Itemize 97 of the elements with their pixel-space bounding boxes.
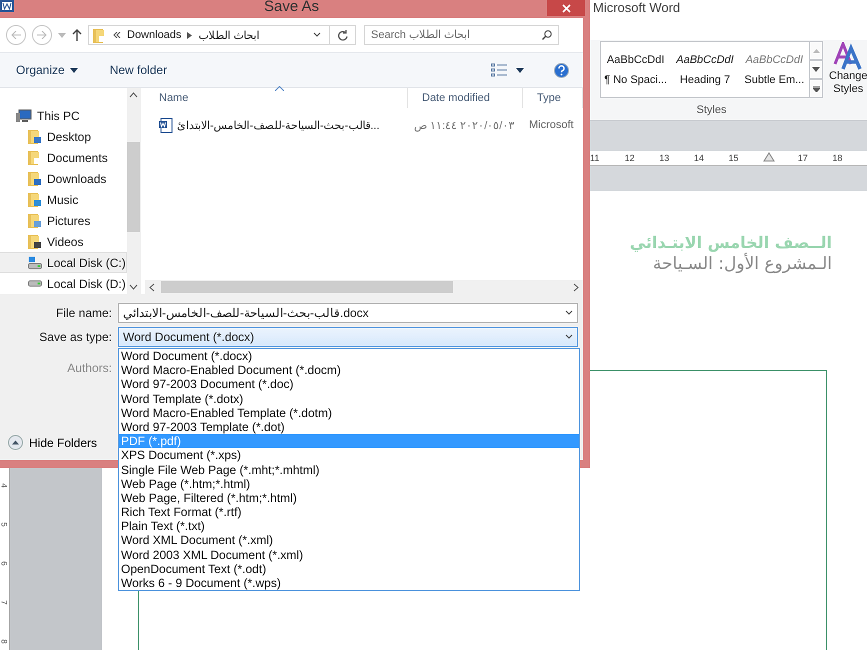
collapse-icon bbox=[8, 435, 23, 450]
ruler-number: 12 bbox=[624, 153, 636, 163]
field-label: Authors: bbox=[66, 361, 112, 375]
folder-icon bbox=[28, 192, 42, 207]
ruler-number: 4 bbox=[0, 483, 9, 488]
ruler-number: 13 bbox=[659, 153, 670, 163]
caret-icon bbox=[70, 68, 78, 72]
navigation-item[interactable]: Pictures bbox=[0, 210, 127, 231]
close-button[interactable] bbox=[547, 0, 585, 16]
letters-icon bbox=[833, 42, 864, 70]
dialog-title: Save As bbox=[264, 0, 320, 15]
overflow-crumb[interactable] bbox=[113, 29, 121, 41]
style-name[interactable]: Heading 7 bbox=[680, 74, 730, 86]
ruler-number: 11 bbox=[590, 153, 600, 163]
navigation-item[interactable]: Downloads bbox=[0, 168, 127, 189]
ruler-number: 15 bbox=[728, 153, 740, 163]
navigation-item[interactable]: This PC bbox=[0, 105, 127, 126]
folder-icon bbox=[28, 150, 42, 165]
file-name: قالب-بحث-السياحة-للصف-الخامس-الابتدائ... bbox=[145, 118, 408, 132]
style-preview[interactable]: AaBbCcDdI bbox=[746, 54, 804, 66]
file-name-field[interactable]: قالب-بحث-السياحة-للصف-الخامس-الابتدائي.docx bbox=[118, 303, 578, 323]
scroll-down-button[interactable] bbox=[810, 60, 823, 79]
close-icon bbox=[562, 4, 570, 12]
style-preview[interactable]: AaBbCcDdI bbox=[676, 54, 734, 66]
folder-icon bbox=[28, 213, 42, 228]
caret-icon bbox=[58, 32, 66, 38]
scroll-right-icon bbox=[573, 282, 579, 292]
navigation-item[interactable]: Local Disk (C:) bbox=[0, 252, 127, 273]
document-heading: الــصف الخامس الابتـدائي bbox=[630, 233, 832, 252]
field-label: Save as type: bbox=[38, 330, 112, 344]
column-header[interactable]: Type bbox=[523, 88, 583, 108]
refresh-icon bbox=[337, 30, 348, 40]
help-icon bbox=[554, 62, 569, 78]
computer-icon bbox=[16, 108, 32, 122]
double-chevron-icon bbox=[113, 32, 121, 38]
help-button[interactable] bbox=[554, 62, 569, 78]
navigation-item[interactable]: Videos bbox=[0, 231, 127, 252]
expand-icon bbox=[812, 86, 820, 92]
navigation-item[interactable]: Local Disk (D:) bbox=[0, 273, 127, 294]
chevron-icon bbox=[565, 310, 573, 316]
file-type: Microsoft bbox=[528, 119, 575, 131]
window-title: Microsoft Word bbox=[593, 0, 680, 16]
horizontal-scrollbar[interactable] bbox=[145, 280, 583, 294]
up-button[interactable] bbox=[72, 29, 82, 41]
chevron-icon bbox=[565, 334, 573, 340]
details-view-icon bbox=[491, 63, 507, 77]
organize-menu[interactable]: Organize bbox=[14, 61, 80, 79]
scroll-left-icon bbox=[149, 282, 155, 292]
folder-icon bbox=[28, 234, 42, 249]
word-icon bbox=[0, 0, 14, 12]
save-as-type-dropdown[interactable]: Word Document (*.docx) bbox=[118, 327, 578, 347]
scroll-up-icon bbox=[129, 92, 138, 98]
ruler-number: 8 bbox=[0, 639, 9, 644]
search-icon bbox=[542, 30, 552, 40]
document-heading: الـمشروع الأول: السـياحة bbox=[652, 254, 832, 274]
indent-marker-icon[interactable] bbox=[763, 152, 776, 162]
drive-icon bbox=[28, 256, 42, 270]
style-name[interactable]: Subtle Em... bbox=[744, 74, 804, 86]
drive-icon bbox=[28, 280, 42, 287]
hide-folders-button[interactable]: Hide Folders bbox=[8, 435, 98, 450]
group-label: Styles bbox=[696, 104, 726, 116]
chevron-icon bbox=[313, 32, 321, 38]
toolbar-button[interactable]: New folder bbox=[108, 61, 170, 79]
up-triangle-icon bbox=[812, 48, 820, 52]
view-button[interactable] bbox=[491, 63, 524, 77]
breadcrumb-arrow-icon bbox=[187, 32, 192, 38]
ruler-number: 6 bbox=[0, 561, 9, 566]
ruler-number: 14 bbox=[694, 153, 705, 163]
caret-icon bbox=[812, 67, 820, 72]
search-field[interactable]: Search ابحاث الطلاب bbox=[364, 25, 559, 45]
column-header[interactable]: Date modified bbox=[408, 88, 523, 108]
style-preview[interactable]: AaBbCcDdI bbox=[606, 54, 664, 66]
folder-icon bbox=[93, 28, 107, 42]
navigation-item[interactable]: Desktop bbox=[0, 126, 127, 147]
navigation-item[interactable]: Documents bbox=[0, 147, 127, 168]
back-arrow-icon bbox=[11, 31, 21, 39]
breadcrumb[interactable]: ابحاث الطلاب bbox=[198, 28, 260, 42]
ruler-number: 7 bbox=[0, 600, 9, 605]
ruler-number: 5 bbox=[0, 522, 9, 527]
scroll-down-icon bbox=[129, 284, 138, 290]
folder-icon bbox=[28, 129, 42, 144]
column-header[interactable]: Name bbox=[145, 88, 408, 108]
ruler-number: 17 bbox=[798, 153, 809, 163]
style-name[interactable]: ¶ No Spaci... bbox=[604, 74, 668, 86]
up-arrow-icon bbox=[72, 29, 82, 41]
date-modified: ٢٠٢٠/٠٥/٠٣ ١١:٤٤ ص bbox=[413, 118, 516, 132]
ruler-number: 18 bbox=[832, 153, 844, 163]
folder-icon bbox=[28, 171, 42, 186]
caret-icon bbox=[516, 68, 524, 72]
field-label: File name: bbox=[54, 306, 112, 320]
word-document-icon bbox=[159, 118, 173, 132]
forward-arrow-icon bbox=[37, 31, 47, 39]
change-styles-button[interactable]: Change Styles bbox=[829, 40, 867, 120]
more-button[interactable] bbox=[810, 79, 823, 98]
navigation-item[interactable]: Music bbox=[0, 189, 127, 210]
breadcrumb[interactable]: Downloads bbox=[127, 29, 182, 41]
vertical-scrollbar[interactable] bbox=[126, 88, 141, 294]
